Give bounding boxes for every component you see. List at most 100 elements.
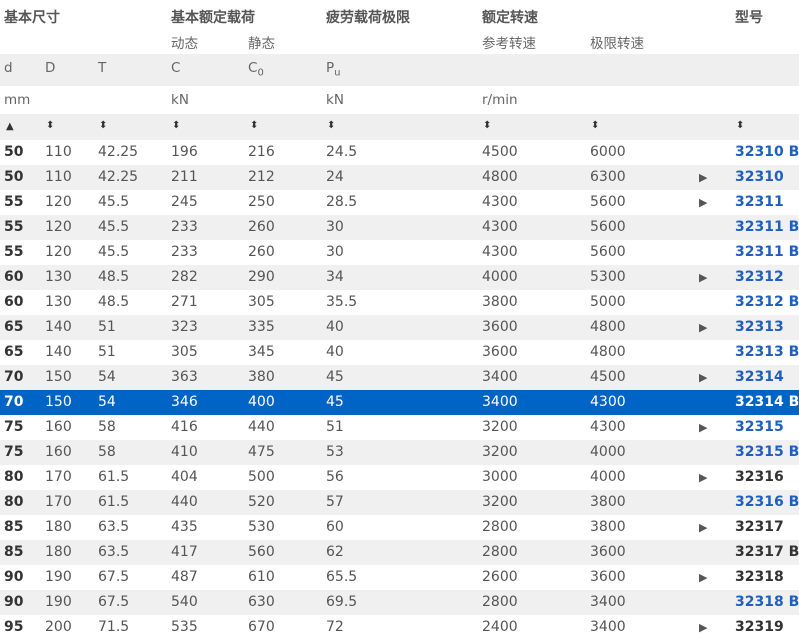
sort-C-icon[interactable]: ⬍	[172, 120, 180, 131]
cell-Pu: 40	[326, 344, 344, 360]
cell-reference-speed: 2800	[482, 544, 518, 560]
expand-arrow-icon[interactable]: ▶	[699, 571, 707, 584]
unit-kn-load: kN	[171, 92, 189, 108]
expand-arrow-icon[interactable]: ▶	[699, 421, 707, 434]
expand-arrow-icon[interactable]: ▶	[699, 321, 707, 334]
cell-d: 50	[4, 144, 24, 160]
table-row[interactable]: 80 170 61.5 404 500 56 3000 4000 ▶ 32316	[0, 465, 799, 490]
sort-designation-icon[interactable]: ⬍	[736, 120, 744, 131]
cell-reference-speed: 3000	[482, 469, 518, 485]
cell-d: 65	[4, 344, 24, 360]
cell-D: 140	[45, 319, 72, 335]
table-row[interactable]: 95 200 71.5 535 670 72 2400 3400 ▶ 32319	[0, 615, 799, 640]
cell-d: 55	[4, 244, 24, 260]
designation-link[interactable]: 32314	[735, 369, 784, 385]
header-unit-row: mm kN kN r/min	[0, 86, 799, 114]
table-row[interactable]: 90 190 67.5 487 610 65.5 2600 3600 ▶ 323…	[0, 565, 799, 590]
cell-Pu: 51	[326, 419, 344, 435]
table-row[interactable]: 60 130 48.5 282 290 34 4000 5300 ▶ 32312	[0, 265, 799, 290]
designation-link[interactable]: 32314 B	[735, 394, 799, 410]
expand-arrow-icon[interactable]: ▶	[699, 371, 707, 384]
table-row-selected[interactable]: 70 150 54 346 400 45 3400 4300 32314 B	[0, 390, 799, 415]
cell-reference-speed: 4300	[482, 194, 518, 210]
expand-arrow-icon[interactable]: ▶	[699, 471, 707, 484]
sort-lim-speed-icon[interactable]: ⬍	[591, 120, 599, 131]
expand-arrow-icon[interactable]: ▶	[699, 621, 707, 634]
sort-Pu-icon[interactable]: ⬍	[327, 120, 335, 131]
table-row[interactable]: 85 180 63.5 417 560 62 2800 3600 32317 B	[0, 540, 799, 565]
cell-d: 90	[4, 594, 24, 610]
table-row[interactable]: 65 140 51 323 335 40 3600 4800 ▶ 32313	[0, 315, 799, 340]
symbol-C: C	[171, 60, 181, 76]
designation-link[interactable]: 32312	[735, 269, 784, 285]
cell-C0: 475	[248, 444, 275, 460]
cell-C0: 400	[248, 394, 275, 410]
table-row[interactable]: 90 190 67.5 540 630 69.5 2800 3400 32318…	[0, 590, 799, 615]
cell-reference-speed: 3600	[482, 319, 518, 335]
sort-C0-icon[interactable]: ⬍	[250, 120, 258, 131]
table-row[interactable]: 70 150 54 363 380 45 3400 4500 ▶ 32314	[0, 365, 799, 390]
cell-limiting-speed: 3800	[590, 519, 626, 535]
designation-link[interactable]: 32310	[735, 169, 784, 185]
sort-ref-speed-icon[interactable]: ⬍	[483, 120, 491, 131]
header-reference-speed: 参考转速	[482, 36, 536, 52]
table-row[interactable]: 75 160 58 416 440 51 3200 4300 ▶ 32315	[0, 415, 799, 440]
cell-reference-speed: 2600	[482, 569, 518, 585]
designation-link[interactable]: 32316 B	[735, 494, 799, 510]
designation-text: 32318	[735, 569, 784, 585]
table-row[interactable]: 65 140 51 305 345 40 3600 4800 32313 B	[0, 340, 799, 365]
table-row[interactable]: 55 120 45.5 233 260 30 4300 5600 32311 B…	[0, 215, 799, 240]
symbol-Pu-base: P	[326, 60, 335, 76]
cell-D: 160	[45, 444, 72, 460]
symbol-C0: C0	[248, 60, 264, 79]
table-row[interactable]: 80 170 61.5 440 520 57 3200 3800 32316 B	[0, 490, 799, 515]
expand-arrow-icon[interactable]: ▶	[699, 521, 707, 534]
cell-D: 110	[45, 169, 72, 185]
symbol-C0-sub: 0	[257, 67, 264, 79]
cell-limiting-speed: 4000	[590, 469, 626, 485]
cell-C: 410	[171, 444, 198, 460]
cell-C: 404	[171, 469, 198, 485]
table-row[interactable]: 55 120 45.5 233 260 30 4300 5600 32311 B	[0, 240, 799, 265]
header-sort-row: ▲ ⬍ ⬍ ⬍ ⬍ ⬍ ⬍ ⬍ ⬍	[0, 114, 799, 140]
designation-link[interactable]: 32313 B	[735, 344, 799, 360]
sort-D-icon[interactable]: ⬍	[46, 120, 54, 131]
expand-arrow-icon[interactable]: ▶	[699, 271, 707, 284]
cell-D: 120	[45, 244, 72, 260]
cell-C0: 216	[248, 144, 275, 160]
header-symbol-row: d D T C C0 Pu	[0, 54, 799, 86]
designation-link[interactable]: 32318 B	[735, 594, 799, 610]
cell-reference-speed: 3600	[482, 344, 518, 360]
designation-link[interactable]: 32315	[735, 419, 784, 435]
table-row[interactable]: 50 110 42.25 196 216 24.5 4500 6000 3231…	[0, 140, 799, 165]
designation-text: 32317	[735, 519, 784, 535]
designation-link[interactable]: 32311 B	[735, 244, 799, 260]
cell-C0: 335	[248, 319, 275, 335]
designation-link[interactable]: 32310 B	[735, 144, 799, 160]
sort-T-icon[interactable]: ⬍	[99, 120, 107, 131]
table-row[interactable]: 50 110 42.25 211 212 24 4800 6300 ▶ 3231…	[0, 165, 799, 190]
cell-T: 51	[98, 344, 116, 360]
designation-link[interactable]: 32315 B	[735, 444, 799, 460]
designation-link[interactable]: 32313	[735, 319, 784, 335]
cell-C0: 610	[248, 569, 275, 585]
table-row[interactable]: 55 120 45.5 245 250 28.5 4300 5600 ▶ 323…	[0, 190, 799, 215]
table-row[interactable]: 60 130 48.5 271 305 35.5 3800 5000 32312…	[0, 290, 799, 315]
symbol-d: d	[4, 60, 13, 76]
cell-C: 416	[171, 419, 198, 435]
designation-link[interactable]: 32311 BR	[735, 219, 799, 235]
designation-link[interactable]: 32311	[735, 194, 784, 210]
table-row[interactable]: 75 160 58 410 475 53 3200 4000 32315 B	[0, 440, 799, 465]
cell-limiting-speed: 6300	[590, 169, 626, 185]
expand-arrow-icon[interactable]: ▶	[699, 171, 707, 184]
unit-kn-fatigue: kN	[326, 92, 344, 108]
cell-reference-speed: 2800	[482, 519, 518, 535]
sort-d-icon[interactable]: ▲	[6, 121, 14, 132]
expand-arrow-icon[interactable]: ▶	[699, 196, 707, 209]
cell-Pu: 72	[326, 619, 344, 635]
cell-D: 160	[45, 419, 72, 435]
cell-d: 55	[4, 219, 24, 235]
table-row[interactable]: 85 180 63.5 435 530 60 2800 3800 ▶ 32317	[0, 515, 799, 540]
designation-link[interactable]: 32312 B	[735, 294, 799, 310]
header-basic-dims: 基本尺寸	[4, 10, 60, 26]
